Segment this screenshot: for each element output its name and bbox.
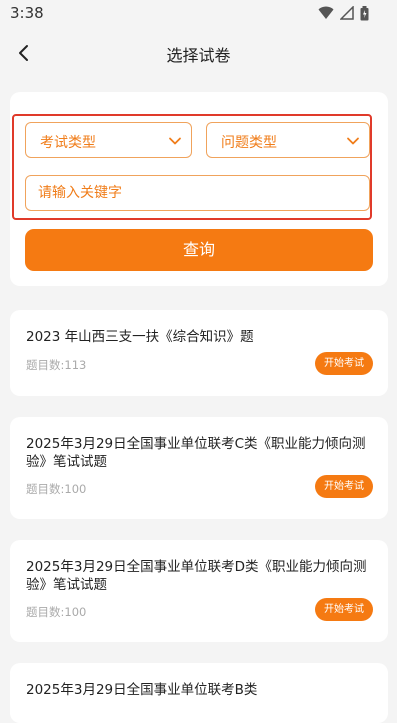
question-count: 题目数:113 (26, 358, 87, 372)
exam-title: 2025年3月29日全国事业单位联考B类 (26, 682, 258, 698)
search-field[interactable] (25, 175, 370, 211)
status-bar: 3:38 (0, 0, 397, 28)
signal-icon (340, 6, 354, 20)
exam-title: 2025年3月29日全国事业单位联考D类《职业能力倾向测验》笔试试题 (26, 559, 367, 593)
question-type-dropdown[interactable]: 问题类型 (206, 122, 370, 158)
exam-type-label: 考试类型 (40, 135, 96, 151)
wifi-icon (318, 6, 334, 19)
exam-card: 2025年3月29日全国事业单位联考D类《职业能力倾向测验》笔试试题 题目数:1… (10, 540, 388, 642)
exam-title: 2023 年山西三支一扶《综合知识》题 (26, 329, 254, 345)
status-time: 3:38 (10, 4, 44, 22)
start-exam-button[interactable]: 开始考试 (315, 475, 373, 498)
header: 选择试卷 (0, 28, 397, 80)
chevron-down-icon (169, 137, 181, 145)
exam-type-dropdown[interactable]: 考试类型 (25, 122, 192, 158)
start-exam-button[interactable]: 开始考试 (315, 598, 373, 621)
exam-card: 2025年3月29日全国事业单位联考B类 (10, 663, 388, 723)
battery-icon (360, 5, 369, 20)
exam-title: 2025年3月29日全国事业单位联考C类《职业能力倾向测验》笔试试题 (26, 436, 366, 470)
question-count: 题目数:100 (26, 482, 87, 496)
start-exam-button[interactable]: 开始考试 (315, 352, 373, 375)
status-icons (318, 5, 369, 21)
chevron-down-icon (347, 137, 359, 145)
question-count: 题目数:100 (26, 605, 87, 619)
search-input[interactable] (38, 176, 358, 210)
exam-card: 2023 年山西三支一扶《综合知识》题 题目数:113 开始考试 (10, 310, 388, 396)
question-type-label: 问题类型 (221, 135, 277, 151)
exam-card: 2025年3月29日全国事业单位联考C类《职业能力倾向测验》笔试试题 题目数:1… (10, 417, 388, 519)
page-title: 选择试卷 (166, 46, 231, 65)
query-button[interactable]: 查询 (25, 229, 373, 271)
